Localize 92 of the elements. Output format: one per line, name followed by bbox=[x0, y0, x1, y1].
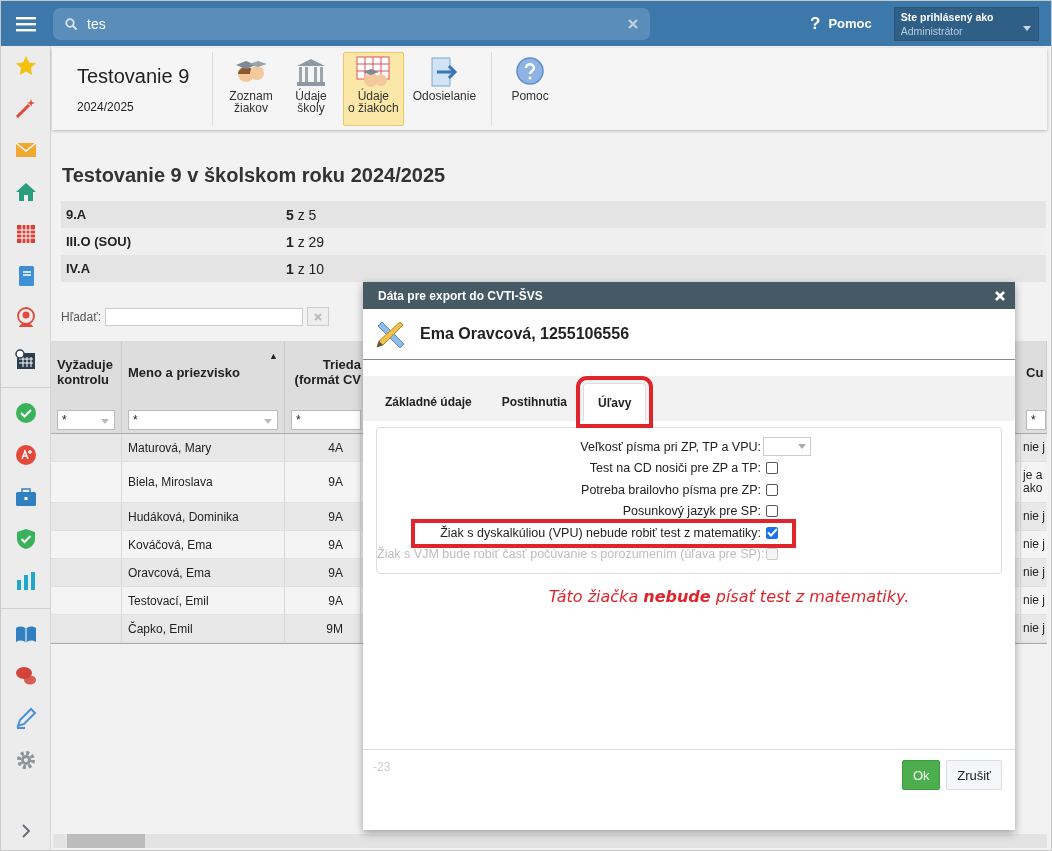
field-label: Posunkový jazyk pre SP: bbox=[621, 504, 761, 519]
student-count: 5 z 5 bbox=[286, 206, 317, 223]
help-icon[interactable]: ? bbox=[810, 13, 821, 34]
close-icon[interactable] bbox=[995, 290, 1005, 301]
checkbox[interactable] bbox=[766, 526, 778, 539]
table-cell: nie j bbox=[1023, 594, 1045, 607]
table-cell: Čapko, Emil bbox=[128, 621, 193, 636]
shield-icon[interactable] bbox=[14, 528, 37, 550]
star-icon[interactable] bbox=[14, 55, 37, 77]
table-cell: nie j bbox=[1023, 566, 1045, 579]
column-header[interactable]: Meno a priezvisko bbox=[128, 364, 240, 380]
class-name: IV.A bbox=[66, 261, 92, 276]
close-icon bbox=[314, 312, 323, 321]
expand-chevron-icon[interactable] bbox=[20, 824, 31, 838]
person-icon[interactable] bbox=[14, 307, 37, 329]
page-title: Testovanie 9 v školskom roku 2024/2025 bbox=[62, 164, 447, 188]
column-filter[interactable]: * bbox=[57, 410, 115, 430]
field-label: Potreba brailovho písma pre ZP: bbox=[580, 482, 761, 497]
class-name: 9.A bbox=[66, 207, 88, 222]
briefcase-icon[interactable] bbox=[14, 486, 37, 508]
check-badge-icon[interactable] bbox=[14, 402, 37, 424]
search-label: Hľadať: bbox=[61, 309, 102, 324]
grid-icon[interactable] bbox=[14, 223, 37, 245]
caret-icon bbox=[264, 419, 272, 424]
table-cell: nie j bbox=[1023, 510, 1045, 523]
table-cell: je a ako bbox=[1023, 469, 1043, 495]
column-filter[interactable]: * bbox=[291, 410, 361, 430]
checkbox[interactable] bbox=[766, 505, 778, 518]
table-cell: 9A bbox=[328, 565, 343, 580]
horizontal-scrollbar[interactable] bbox=[53, 834, 1047, 848]
table-students-icon bbox=[356, 56, 391, 88]
search-field[interactable] bbox=[105, 307, 304, 326]
table-cell: Kováčová, Ema bbox=[128, 537, 213, 552]
checkbox[interactable] bbox=[766, 483, 778, 496]
toolbar-button[interactable]: Údaje školy bbox=[283, 52, 339, 126]
caret-icon bbox=[101, 419, 109, 424]
bar-chart-icon[interactable] bbox=[14, 570, 37, 592]
pencil-icon[interactable] bbox=[14, 707, 37, 729]
column-header[interactable]: Cu bbox=[1026, 364, 1044, 380]
table-cell: Hudáková, Dominika bbox=[128, 509, 239, 524]
school-year: 2024/2025 bbox=[77, 99, 135, 114]
table-cell: 9M bbox=[326, 621, 343, 636]
column-header[interactable]: Trieda (formát CV bbox=[291, 357, 361, 387]
student-heading: Ema Oravcová, 1255106556 bbox=[420, 325, 630, 343]
field-label: Test na CD nosiči pre ZP a TP: bbox=[588, 461, 761, 476]
home-icon[interactable] bbox=[14, 181, 37, 203]
chat-icon[interactable] bbox=[14, 665, 37, 687]
toolbar-button[interactable]: Pomoc bbox=[502, 52, 559, 126]
calendar-icon[interactable] bbox=[14, 349, 37, 371]
table-cell: 4A bbox=[328, 440, 343, 455]
user-dropdown[interactable]: Ste prihlásený ako Administrátor bbox=[893, 6, 1039, 41]
checkbox[interactable] bbox=[766, 462, 778, 475]
clear-icon[interactable] bbox=[628, 18, 638, 29]
search-field[interactable]: tes bbox=[53, 7, 650, 40]
sort-arrow: ▲ bbox=[269, 351, 278, 361]
table-cell: Biela, Miroslava bbox=[128, 475, 213, 489]
table-cell: Oravcová, Ema bbox=[128, 565, 211, 580]
caret-icon bbox=[1022, 25, 1031, 31]
cancel-button[interactable]: Zrušiť bbox=[946, 760, 1002, 790]
toolbar-button[interactable]: Údaje o žiakoch bbox=[343, 52, 404, 126]
student-count: 1 z 29 bbox=[286, 233, 325, 250]
table-cell: Maturová, Mary bbox=[128, 440, 212, 455]
column-filter[interactable]: * bbox=[1026, 410, 1046, 430]
field-label: Žiak s dyskalkúliou (VPU) nebude robiť test z matematiky: bbox=[439, 525, 761, 540]
table-cell: 9A bbox=[328, 509, 343, 524]
field-label: Veľkosť písma pri ZP, TP a VPU: bbox=[579, 439, 761, 454]
toolbar-button[interactable]: Odosielanie bbox=[407, 52, 482, 126]
table-cell: nie j bbox=[1023, 538, 1045, 551]
annotation-text: Táto žiačka nebude písať test z matematiky. bbox=[547, 587, 911, 606]
help-link[interactable]: Pomoc bbox=[828, 16, 872, 31]
tab[interactable]: Základné údaje bbox=[371, 383, 486, 421]
toolbar-button[interactable]: Zoznam žiakov bbox=[223, 52, 279, 126]
student-count: 1 z 10 bbox=[286, 260, 325, 277]
building-icon bbox=[294, 56, 328, 88]
table-cell: nie j bbox=[1023, 622, 1045, 635]
table-cell: 9A bbox=[328, 475, 343, 489]
column-header[interactable]: Vyžaduje kontrolu bbox=[57, 357, 115, 387]
table-cell: 9A bbox=[328, 593, 343, 608]
search-icon bbox=[65, 17, 77, 30]
grade-icon[interactable] bbox=[14, 444, 37, 466]
table-cell: nie j bbox=[1023, 441, 1045, 454]
table-cell: Testovací, Emil bbox=[128, 593, 209, 608]
caret-icon bbox=[798, 444, 806, 450]
table-cell: 9A bbox=[328, 537, 343, 552]
dialog-title: Dáta pre export do CVTI-ŠVS bbox=[378, 288, 543, 303]
gear-icon[interactable] bbox=[14, 749, 37, 771]
tab[interactable]: Postihnutia bbox=[487, 383, 582, 421]
dropdown-field[interactable] bbox=[763, 437, 811, 457]
column-filter[interactable]: * bbox=[128, 410, 278, 430]
class-name: III.O (SOU) bbox=[66, 234, 132, 249]
app-title: Testovanie 9 bbox=[77, 64, 191, 88]
magic-wand-icon[interactable] bbox=[14, 97, 37, 119]
